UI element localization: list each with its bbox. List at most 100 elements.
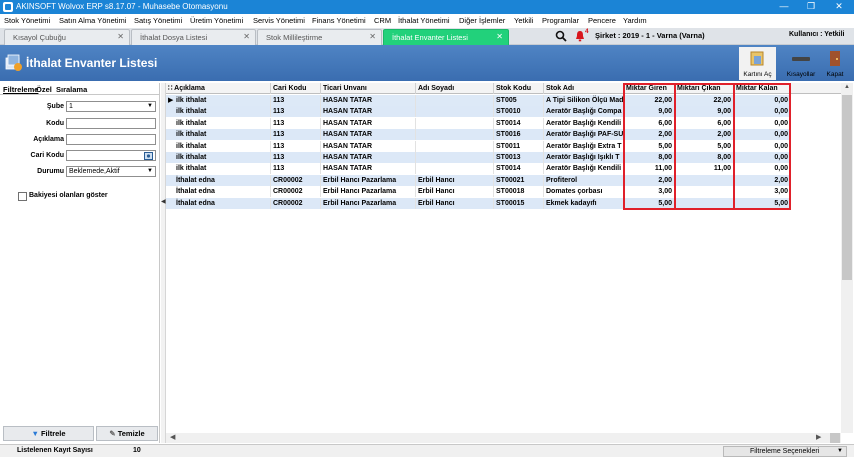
close-icon[interactable]: ✕ [496,32,503,41]
cell-aciklama: ilk ithalat [166,140,271,152]
filter-tab-ozel[interactable]: Özel [36,85,52,94]
tab-label: İthalat Dosya Listesi [140,33,208,42]
close-icon[interactable]: ✕ [243,32,250,41]
lookup-icon[interactable] [144,152,153,160]
close-window-button[interactable]: ✕ [825,0,853,14]
cell-stok-kodu: ST0014 [494,163,544,175]
collapse-arrow-icon[interactable]: ◀ [161,198,166,205]
tab-ithalat-envanter[interactable]: İthalat Envanter Listesi ✕ [383,29,509,45]
cell-aciklama: İthalat edna [166,197,271,209]
kodu-label: Kodu [46,120,64,127]
chevron-down-icon: ▼ [837,448,843,454]
vertical-scrollbar[interactable]: ▲ [841,83,853,433]
filter-tab-divider [0,94,159,95]
menu-ithalat[interactable]: İthalat Yönetimi [398,16,450,25]
menu-uretim[interactable]: Üretim Yönetimi [190,16,243,25]
title-bar: AKINSOFT Wolvox ERP s8.17.07 - Muhasebe … [0,0,854,14]
menu-yardim[interactable]: Yardım [623,16,647,25]
cell-cari-kodu: 113 [271,152,321,163]
chevron-down-icon: ▼ [147,103,153,109]
filtrele-button[interactable]: ▼ Filtrele [3,426,94,441]
filtreleme-secenekleri-button[interactable]: Filtreleme Seçenekleri ▼ [723,446,847,457]
menu-programlar[interactable]: Programlar [542,16,579,25]
menu-satin-alma[interactable]: Satın Alma Yönetimi [59,16,126,25]
durumu-select[interactable]: Beklemede,Aktif ▼ [66,166,156,177]
tab-ithalat-dosya[interactable]: İthalat Dosya Listesi ✕ [131,29,256,45]
col-stok-adi[interactable]: Stok Adı [544,83,624,94]
menu-satis[interactable]: Satış Yönetimi [134,16,182,25]
horizontal-scrollbar[interactable]: ◀ ▶ [166,433,841,443]
cell-stok-adi: Aeratör Başlığı Kendili [544,163,624,175]
status-bar: Listelenen Kayıt Sayısı 10 Filtreleme Se… [0,444,854,457]
button-label: Filtreleme Seçenekleri [750,448,820,455]
cell-adi-soyadi [416,117,494,129]
filter-funnel-icon: ▼ [31,429,39,438]
cari-kodu-label: Cari Kodu [30,152,64,159]
chevron-down-icon: ▼ [147,168,153,174]
cell-stok-kodu: ST0014 [494,117,544,129]
cell-ticari-unvani: HASAN TATAR [321,152,416,163]
document-tab-bar: Kısayol Çubuğu ✕ İthalat Dosya Listesi ✕… [0,28,854,45]
filter-tab-filtreleme[interactable]: Filtreleme [3,85,38,94]
notification-bell-icon[interactable] [575,30,585,42]
shortcuts-icon [792,57,810,61]
tab-kisayol[interactable]: Kısayol Çubuğu ✕ [4,29,130,45]
kapat-button[interactable]: Kapat [821,47,849,80]
cell-aciklama: ilk ithalat [166,106,271,118]
aciklama-input[interactable] [66,134,156,145]
kartini-ac-button[interactable]: Kartını Aç [739,47,776,80]
menu-diger[interactable]: Diğer İşlemler [459,16,505,25]
col-aciklama[interactable]: ∷ Açıklama [166,83,271,94]
cell-ticari-unvani: HASAN TATAR [321,129,416,141]
cell-adi-soyadi: Erbil Hancı [416,174,494,186]
kisayollar-button[interactable]: Kısayollar [783,47,819,80]
scroll-right-icon[interactable]: ▶ [816,433,821,441]
sube-select[interactable]: 1 ▼ [66,101,156,112]
close-icon[interactable]: ✕ [369,32,376,41]
maximize-button[interactable]: ❐ [797,0,825,14]
bakiye-checkbox[interactable] [18,192,27,201]
tab-stok-millilestirme[interactable]: Stok Millileştirme ✕ [257,29,382,45]
cell-ticari-unvani: HASAN TATAR [321,117,416,129]
temizle-button[interactable]: ✎ Temizle [96,426,158,441]
cell-adi-soyadi [416,129,494,141]
app-logo-icon [3,2,13,12]
cell-cari-kodu: 113 [271,129,321,141]
bakiye-checkbox-label: Bakiyesi olanları göster [29,192,108,199]
col-cari-kodu[interactable]: Cari Kodu [271,83,321,94]
cari-kodu-input[interactable] [66,150,156,161]
menu-crm[interactable]: CRM [374,16,391,25]
search-icon[interactable] [555,30,567,42]
button-label: Kartını Aç [743,71,772,78]
col-adi-soyadi[interactable]: Adı Soyadı [416,83,494,94]
kodu-input[interactable] [66,118,156,129]
column-title: Açıklama [174,85,205,92]
cell-aciklama: ilk ithalat [166,95,271,106]
menu-yetkili[interactable]: Yetkili [514,16,533,25]
menu-stok[interactable]: Stok Yönetimi [4,16,50,25]
cell-cari-kodu: CR00002 [271,174,321,186]
menu-servis[interactable]: Servis Yönetimi [253,16,305,25]
cell-stok-adi: Profiterol [544,174,624,186]
cell-stok-kodu: ST00021 [494,174,544,186]
col-ticari-unvani[interactable]: Ticari Unvanı [321,83,416,94]
scroll-left-icon[interactable]: ◀ [170,433,175,441]
col-stok-kodu[interactable]: Stok Kodu [494,83,544,94]
button-label: Filtrele [40,429,66,438]
cell-adi-soyadi: Erbil Hancı [416,186,494,198]
scroll-up-icon[interactable]: ▲ [844,84,850,90]
filter-tab-siralama[interactable]: Sıralama [56,85,87,94]
minimize-button[interactable]: — [770,0,798,14]
menu-pencere[interactable]: Pencere [588,16,616,25]
cell-adi-soyadi [416,152,494,163]
page-title: İthalat Envanter Listesi [26,56,158,70]
menu-finans[interactable]: Finans Yönetimi [312,16,366,25]
aciklama-label: Açıklama [33,136,64,143]
cell-aciklama: ilk ithalat [166,163,271,175]
vertical-scroll-thumb[interactable] [842,95,852,280]
close-icon[interactable]: ✕ [117,32,124,41]
page-header: İthalat Envanter Listesi Kartını Aç Kısa… [0,45,854,81]
horizontal-scroll-thumb[interactable] [830,433,840,443]
user-info[interactable]: Kullanıcı : Yetkili [789,31,845,38]
cell-adi-soyadi [416,106,494,118]
